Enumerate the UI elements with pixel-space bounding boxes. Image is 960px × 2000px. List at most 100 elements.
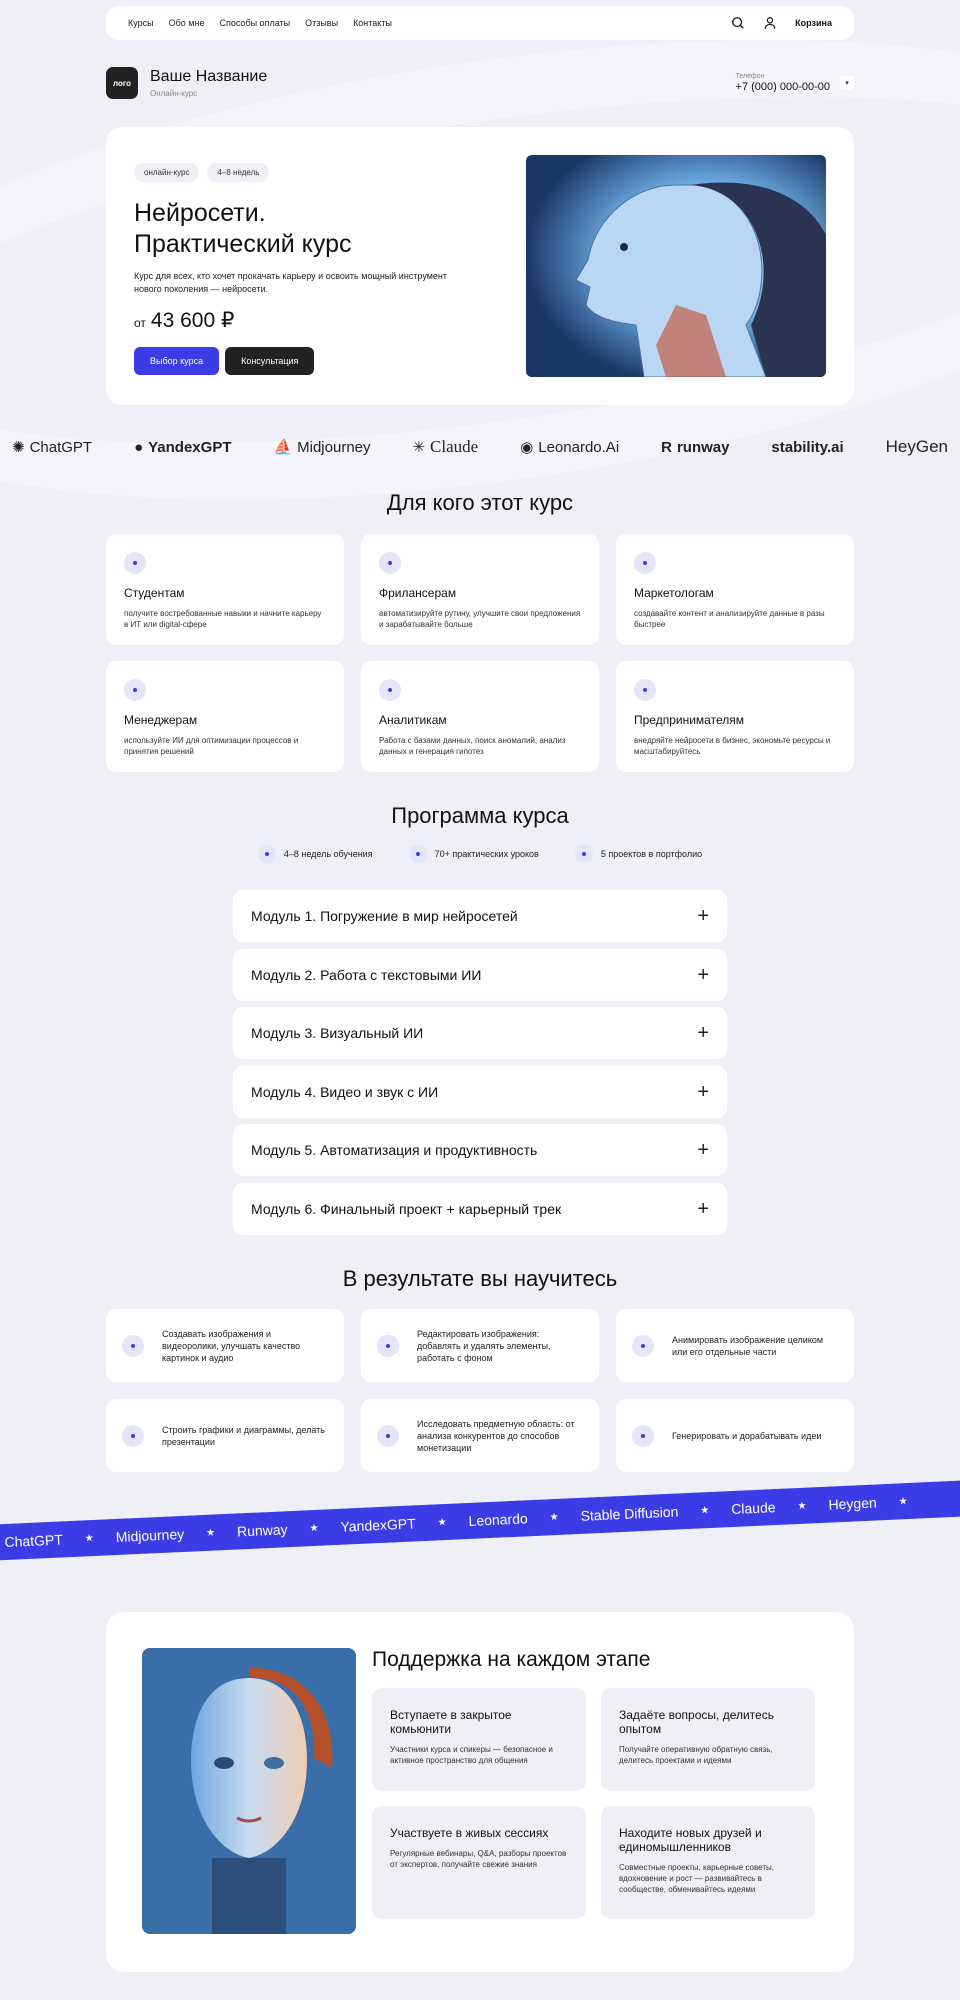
bullet-dot-icon xyxy=(632,1334,654,1357)
audience-card-desc: внедряйте нейросети в бизнес, экономьте … xyxy=(634,736,831,756)
ribbon-item: Midjourney xyxy=(115,1525,185,1545)
support-card-desc: Регулярные вебинары, Q&A, разборы проект… xyxy=(390,1849,567,1869)
result-card: Генерировать и дорабатывать идеи xyxy=(616,1399,854,1472)
audience-title: Для кого этот курс xyxy=(386,490,574,515)
logo-runway: Rrunway xyxy=(661,438,730,456)
tag-format: онлайн-курс xyxy=(134,163,200,182)
bullet-dot-icon xyxy=(379,679,401,701)
cart-link[interactable]: Корзина xyxy=(795,18,832,28)
hero-title: Нейросети. Практический курс xyxy=(134,198,494,260)
bullet-dot-icon xyxy=(634,552,656,574)
yandex-icon: ● xyxy=(134,438,144,456)
module-item-2[interactable]: Модуль 2. Работа с текстовыми ИИ + xyxy=(233,948,727,1001)
logo-claude: ✳ Claude xyxy=(412,437,479,456)
hero-description: Курс для всех, кто хочет прокачать карье… xyxy=(134,271,448,294)
plus-icon[interactable]: + xyxy=(697,1082,709,1102)
hero-title-line1: Нейросети. xyxy=(134,199,266,227)
plus-icon[interactable]: + xyxy=(697,1140,709,1160)
nav-link-payment[interactable]: Способы оплаты xyxy=(219,18,290,28)
module-label: Модуль 2. Работа с текстовыми ИИ xyxy=(251,966,482,983)
choose-course-button[interactable]: Выбор курса xyxy=(134,347,220,375)
price-value: 43 600 ₽ xyxy=(150,309,235,332)
user-icon[interactable] xyxy=(763,16,777,30)
support-card-title: Участвуете в живых сессиях xyxy=(390,1826,549,1840)
star-icon: ★ xyxy=(84,1532,94,1544)
stat-duration: 4–8 недель обучения xyxy=(257,845,373,863)
module-label: Модуль 5. Автоматизация и продуктивность xyxy=(251,1142,538,1158)
plus-icon[interactable]: + xyxy=(697,906,709,926)
star-icon: ★ xyxy=(797,1500,807,1512)
plus-icon[interactable]: + xyxy=(697,965,709,985)
audience-card-title: Предпринимателям xyxy=(634,713,744,727)
audience-card-desc: автоматизируйте рутину, улучшите свои пр… xyxy=(379,609,581,629)
results-title: В результате вы научитесь xyxy=(342,1266,618,1291)
ribbon-item: Stable Diffusion xyxy=(580,1503,679,1524)
audience-card: Менеджерам используйте ИИ для оптимизаци… xyxy=(106,661,344,772)
star-icon: ★ xyxy=(309,1522,319,1534)
bullet-dot-icon xyxy=(122,1424,144,1447)
ai-tools-ribbon: ChatGPT ★ Midjourney ★ Runway ★ YandexGPT ★ … xyxy=(0,1478,960,1562)
support-grid: Вступаете в закрытое комьюнити Участники… xyxy=(372,1688,818,1919)
ai-logos-strip: ✺ ChatGPT ● YandexGPT ⛵ Midjourney ✳ Claude … xyxy=(0,432,960,462)
audience-card: Аналитикам Работа с базами данных, поиск… xyxy=(361,661,599,772)
nav-link-reviews[interactable]: Отзывы xyxy=(305,18,338,28)
logo-midjourney: ⛵ Midjourney xyxy=(273,438,371,457)
support-title: Поддержка на каждом этапе xyxy=(372,1648,651,1671)
module-item-6[interactable]: Модуль 6. Финальный проект + карьерный т… xyxy=(233,1182,727,1235)
phone-number[interactable]: +7 (000) 000-00-00 xyxy=(736,81,830,93)
chevron-down-icon[interactable]: ▾ xyxy=(840,76,854,90)
module-item-5[interactable]: Модуль 5. Автоматизация и продуктивность… xyxy=(233,1124,727,1176)
price-prefix: от xyxy=(134,316,146,330)
result-text: Строить графики и диаграммы, делать през… xyxy=(162,1424,325,1447)
ribbon-item: YandexGPT xyxy=(340,1515,417,1535)
module-item-4[interactable]: Модуль 4. Видео и звук с ИИ + xyxy=(233,1065,727,1118)
bullet-dot-icon xyxy=(634,679,656,701)
leonardo-icon: ◉ xyxy=(520,439,534,456)
nav-link-contacts[interactable]: Контакты xyxy=(353,18,392,28)
logo[interactable]: лого xyxy=(106,67,138,99)
program-title: Программа курса xyxy=(391,803,569,828)
plus-icon[interactable]: + xyxy=(697,1199,709,1219)
module-item-3[interactable]: Модуль 3. Визуальный ИИ + xyxy=(233,1007,727,1059)
result-text: Исследовать предметную область: от анали… xyxy=(417,1418,575,1453)
support-image-robot-face xyxy=(142,1648,356,1934)
top-nav: Курсы Обо мне Способы оплаты Отзывы Конт… xyxy=(106,6,854,40)
audience-card: Маркетологам создавайте контент и анализ… xyxy=(616,534,854,645)
result-card: Анимировать изображение целиком или его … xyxy=(616,1309,854,1382)
audience-card-title: Студентам xyxy=(124,586,185,600)
audience-card: Предпринимателям внедряйте нейросети в б… xyxy=(616,661,854,772)
nav-link-about[interactable]: Обо мне xyxy=(169,18,205,28)
result-card: Строить графики и диаграммы, делать през… xyxy=(106,1399,344,1472)
support-card: Участвуете в живых сессиях Регулярные ве… xyxy=(372,1806,586,1919)
support-card-desc: Совместные проекты, карьерные советы, вд… xyxy=(619,1863,774,1894)
ribbon-item: Runway xyxy=(236,1521,288,1540)
ribbon-item: Claude xyxy=(730,1499,776,1518)
consultation-button[interactable]: Консультация xyxy=(225,347,315,375)
logo-heygen: HeyGen xyxy=(885,437,948,456)
brand-subtitle: Онлайн-курс xyxy=(150,89,198,98)
support-card-desc: Участники курса и спикеры — безопасное и… xyxy=(390,1745,553,1765)
star-icon: ★ xyxy=(898,1495,908,1507)
module-label: Модуль 1. Погружение в мир нейросетей xyxy=(251,908,518,924)
bullet-dot-icon xyxy=(377,1424,399,1447)
module-item-1[interactable]: Модуль 1. Погружение в мир нейросетей + xyxy=(233,890,727,942)
hero-image-robot-woman xyxy=(526,155,826,377)
audience-card-title: Менеджерам xyxy=(124,713,198,727)
runway-icon: R xyxy=(661,438,672,456)
result-text: Анимировать изображение целиком или его … xyxy=(672,1334,824,1357)
nav-link-courses[interactable]: Курсы xyxy=(128,18,154,28)
claude-star-icon: ✳ xyxy=(412,439,426,456)
audience-card: Фрилансерам автоматизируйте рутину, улуч… xyxy=(361,534,599,645)
stat-lessons: 70+ практических уроков xyxy=(408,845,539,863)
star-icon: ★ xyxy=(700,1504,710,1516)
logo-stability: stability.ai xyxy=(771,438,844,456)
support-card: Вступаете в закрытое комьюнити Участники… xyxy=(372,1688,586,1791)
support-card: Находите новых друзей и единомышленников… xyxy=(601,1806,815,1919)
support-card-title: Вступаете в закрытое комьюнити xyxy=(390,1708,512,1736)
result-card: Создавать изображения и видеоролики, улу… xyxy=(106,1309,344,1382)
logo-chatgpt: ✺ ChatGPT xyxy=(12,438,93,457)
bullet-dot-icon xyxy=(124,679,146,701)
search-icon[interactable] xyxy=(731,16,745,30)
openai-icon: ✺ xyxy=(12,439,25,456)
plus-icon[interactable]: + xyxy=(697,1023,709,1043)
